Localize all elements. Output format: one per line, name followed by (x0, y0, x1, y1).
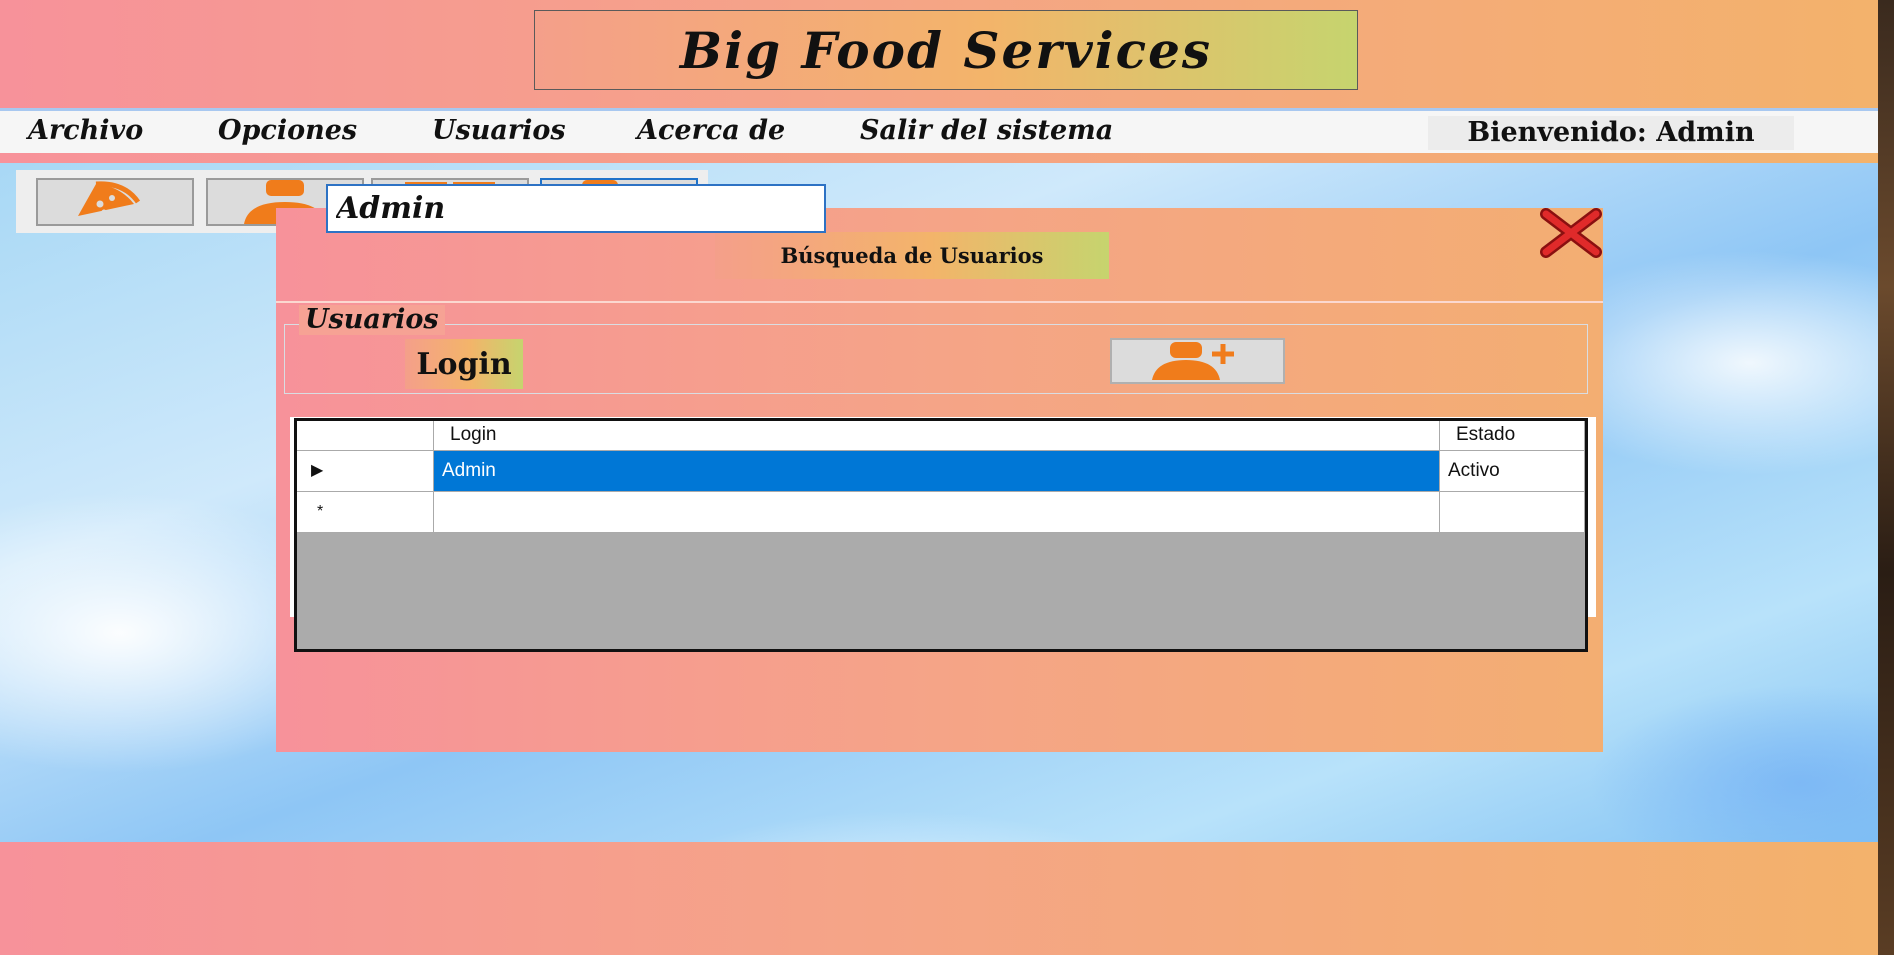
table-row[interactable]: ▶ Admin Activo (297, 451, 1585, 492)
new-row[interactable]: * (297, 492, 1585, 533)
new-cell-login[interactable] (434, 492, 1440, 533)
row-header-corner (297, 421, 434, 451)
close-icon (1540, 208, 1602, 258)
new-cell-estado[interactable] (1440, 492, 1585, 533)
login-label: Login (405, 339, 523, 389)
login-search-input[interactable] (326, 184, 826, 233)
current-row-indicator: ▶ (297, 451, 434, 492)
menu-archivo[interactable]: Archivo (28, 115, 143, 146)
menu-underline (0, 153, 1878, 163)
footer-band (0, 842, 1894, 955)
menu-salir[interactable]: Salir del sistema (860, 115, 1113, 146)
window-edge (1878, 0, 1894, 955)
welcome-label: Bienvenido: Admin (1428, 116, 1794, 150)
grid-header-row: Login Estado (297, 421, 1585, 451)
column-header-estado[interactable]: Estado (1440, 421, 1585, 451)
menu-usuarios[interactable]: Usuarios (432, 115, 566, 146)
new-row-indicator: * (297, 492, 434, 533)
cell-estado[interactable]: Activo (1440, 451, 1585, 492)
app-title-banner: Big Food Services (534, 10, 1358, 90)
cell-login[interactable]: Admin (434, 451, 1440, 492)
menu-acerca-de[interactable]: Acerca de (637, 115, 785, 146)
menu-opciones[interactable]: Opciones (218, 115, 357, 146)
dialog-header-divider (276, 301, 1603, 303)
app-title: Big Food Services (679, 20, 1213, 80)
usuarios-groupbox: Usuarios Login (284, 305, 1588, 394)
user-plus-icon (1152, 342, 1234, 380)
users-datagrid[interactable]: Login Estado ▶ Admin Activo * (294, 418, 1588, 652)
toolbar-pizza-button[interactable] (36, 178, 194, 226)
close-button[interactable] (1538, 206, 1604, 258)
add-user-button[interactable] (1110, 338, 1285, 384)
column-header-login[interactable]: Login (434, 421, 1440, 451)
dialog-title: Búsqueda de Usuarios (715, 232, 1109, 279)
pizza-icon (78, 181, 141, 216)
group-title: Usuarios (299, 305, 445, 335)
